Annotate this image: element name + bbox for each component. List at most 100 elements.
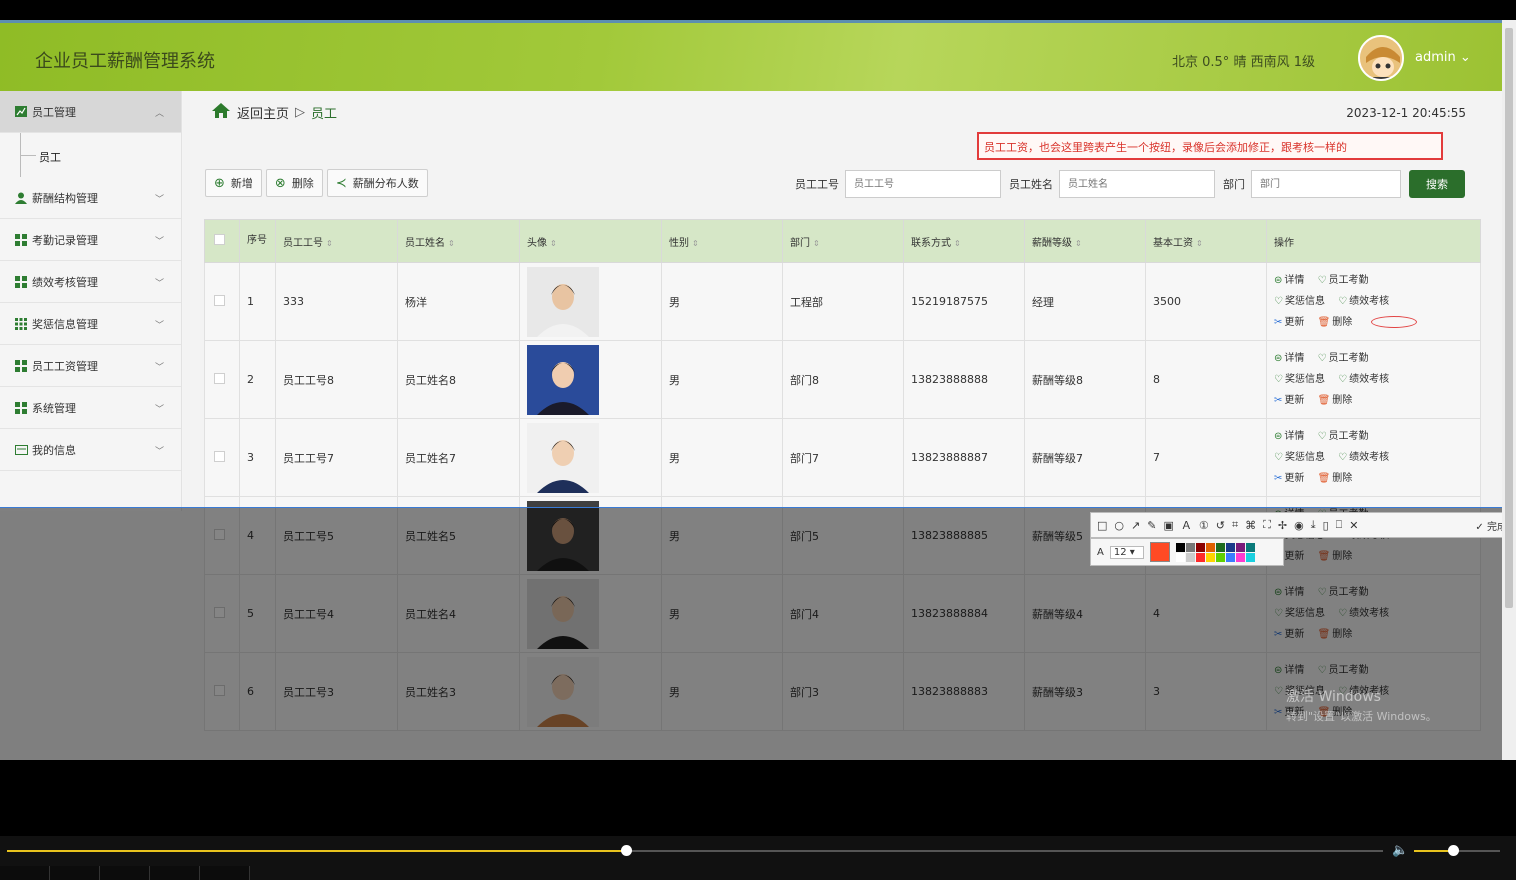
- performance-link[interactable]: ♡绩效考核: [1338, 291, 1389, 312]
- attendance-link[interactable]: ♡员工考勤: [1318, 348, 1369, 369]
- text-tool-icon[interactable]: Ａ: [1181, 517, 1192, 533]
- row-select-cell[interactable]: [204, 262, 240, 341]
- sidebar-item-performance[interactable]: 绩效考核管理 ﹀: [0, 261, 181, 303]
- col-phone[interactable]: 联系方式 ⇕: [903, 219, 1025, 263]
- trash-icon: 🗑: [1317, 317, 1331, 328]
- update-link[interactable]: ✂更新: [1274, 390, 1304, 411]
- reward-link[interactable]: ♡奖惩信息: [1274, 291, 1325, 312]
- attendance-link[interactable]: ♡员工考勤: [1318, 270, 1369, 291]
- update-link[interactable]: ✂更新: [1274, 468, 1304, 489]
- close-icon[interactable]: ✕: [1349, 519, 1358, 532]
- col-emp-name[interactable]: 员工姓名 ⇕: [397, 219, 520, 263]
- mosaic-tool-icon[interactable]: ▣: [1163, 519, 1173, 532]
- color-swatch[interactable]: [1235, 542, 1245, 552]
- bookmark-icon[interactable]: ⎕: [1336, 518, 1343, 532]
- pin-icon[interactable]: ✢: [1278, 519, 1287, 532]
- col-gender[interactable]: 性别 ⇕: [661, 219, 783, 263]
- color-swatch[interactable]: [1225, 542, 1235, 552]
- col-grade[interactable]: 薪酬等级 ⇕: [1024, 219, 1146, 263]
- add-button[interactable]: ⊕ 新增: [205, 169, 262, 197]
- current-color-swatch[interactable]: [1149, 542, 1170, 562]
- remove-link[interactable]: 🗑 删除: [1318, 468, 1353, 489]
- fullscreen-icon[interactable]: ⛶: [1263, 518, 1271, 532]
- color-swatch[interactable]: [1215, 542, 1225, 552]
- detail-link[interactable]: ⊜详情: [1274, 348, 1304, 369]
- remove-link[interactable]: 🗑 删除: [1318, 390, 1353, 411]
- search-button[interactable]: 搜索: [1409, 170, 1465, 198]
- select-all-cell[interactable]: [204, 219, 240, 263]
- sidebar-item-attendance[interactable]: 考勤记录管理 ﹀: [0, 219, 181, 261]
- reward-link[interactable]: ♡奖惩信息: [1274, 369, 1325, 390]
- font-size-select[interactable]: 12 ▾: [1109, 545, 1144, 559]
- color-swatch[interactable]: [1185, 542, 1195, 552]
- pen-tool-icon[interactable]: ✎: [1147, 519, 1156, 532]
- emp-no-input[interactable]: [845, 170, 1001, 198]
- ellipse-tool-icon[interactable]: ○: [1114, 519, 1124, 532]
- download-icon[interactable]: ⤓: [1311, 518, 1316, 532]
- detail-link[interactable]: ⊜详情: [1274, 426, 1304, 447]
- translate-icon[interactable]: ⌘: [1245, 519, 1256, 532]
- color-swatch[interactable]: [1235, 552, 1245, 562]
- arrow-tool-icon[interactable]: ↗: [1131, 519, 1140, 532]
- select-all-checkbox[interactable]: [214, 234, 225, 245]
- sidebar-item-my-info[interactable]: 我的信息 ﹀: [0, 429, 181, 471]
- color-swatch[interactable]: [1185, 552, 1195, 562]
- reward-link[interactable]: ♡奖惩信息: [1274, 447, 1325, 468]
- remove-link[interactable]: 🗑 删除: [1318, 312, 1353, 333]
- sidebar-item-rewards[interactable]: 奖惩信息管理 ﹀: [0, 303, 181, 345]
- color-swatch[interactable]: [1195, 542, 1205, 552]
- breadcrumb-home[interactable]: 返回主页: [237, 103, 289, 122]
- performance-link[interactable]: ♡绩效考核: [1338, 369, 1389, 390]
- detail-link[interactable]: ⊜详情: [1274, 270, 1304, 291]
- phone-icon[interactable]: ▯: [1323, 519, 1329, 532]
- row-select-cell[interactable]: [204, 340, 240, 419]
- volume-knob[interactable]: [1447, 845, 1459, 856]
- number-tool-icon[interactable]: ①: [1199, 519, 1209, 532]
- emp-name-input[interactable]: [1059, 170, 1215, 198]
- home-icon[interactable]: [211, 102, 231, 123]
- update-link[interactable]: ✂更新: [1274, 312, 1304, 333]
- color-swatch[interactable]: [1205, 542, 1215, 552]
- salary-distribution-button[interactable]: ≺ 薪酬分布人数: [326, 169, 428, 197]
- seek-bar[interactable]: [7, 845, 1383, 856]
- dept-input[interactable]: [1251, 170, 1401, 198]
- add-label: 新增: [230, 177, 253, 190]
- record-icon[interactable]: ◉: [1294, 519, 1304, 532]
- color-swatch[interactable]: [1195, 552, 1205, 562]
- color-swatch[interactable]: [1205, 552, 1215, 562]
- seek-knob[interactable]: [621, 845, 633, 856]
- color-swatch[interactable]: [1175, 552, 1185, 562]
- col-salary[interactable]: 基本工资 ⇕: [1145, 219, 1267, 263]
- row-checkbox[interactable]: [214, 450, 225, 462]
- color-swatch[interactable]: [1225, 552, 1235, 562]
- vertical-scrollbar[interactable]: [1502, 20, 1516, 760]
- col-emp-no[interactable]: 员工工号 ⇕: [275, 219, 398, 263]
- performance-link[interactable]: ♡绩效考核: [1338, 447, 1389, 468]
- volume-slider[interactable]: [1414, 845, 1500, 856]
- row-checkbox[interactable]: [214, 372, 225, 384]
- volume-icon[interactable]: 🔈: [1392, 843, 1408, 858]
- attendance-link[interactable]: ♡员工考勤: [1318, 426, 1369, 447]
- color-swatch[interactable]: [1175, 542, 1185, 552]
- sidebar-item-system[interactable]: 系统管理 ﹀: [0, 387, 181, 429]
- op-label: 员工考勤: [1328, 431, 1369, 442]
- color-swatch[interactable]: [1215, 552, 1225, 562]
- color-swatch[interactable]: [1245, 552, 1255, 562]
- user-avatar[interactable]: [1358, 35, 1404, 81]
- row-checkbox[interactable]: [214, 294, 225, 306]
- undo-icon[interactable]: ↺: [1216, 519, 1225, 532]
- col-dept[interactable]: 部门 ⇕: [782, 219, 904, 263]
- col-avatar[interactable]: 头像 ⇕: [519, 219, 662, 263]
- ocr-icon[interactable]: ⌗: [1232, 518, 1238, 532]
- scroll-thumb[interactable]: [1505, 28, 1513, 608]
- sidebar-item-employee[interactable]: 员工管理 ︿: [0, 91, 181, 133]
- rect-tool-icon[interactable]: □: [1097, 519, 1107, 532]
- color-swatch[interactable]: [1245, 542, 1255, 552]
- heart-icon: ♡: [1274, 374, 1283, 385]
- sidebar-subitem-employee[interactable]: 员工: [0, 133, 181, 177]
- delete-button[interactable]: ⊗ 删除: [265, 169, 323, 197]
- user-menu[interactable]: admin ⌄: [1415, 50, 1471, 65]
- row-select-cell[interactable]: [204, 418, 240, 497]
- sidebar-item-wages[interactable]: 员工工资管理 ﹀: [0, 345, 181, 387]
- sidebar-item-salary-structure[interactable]: 薪酬结构管理 ﹀: [0, 177, 181, 219]
